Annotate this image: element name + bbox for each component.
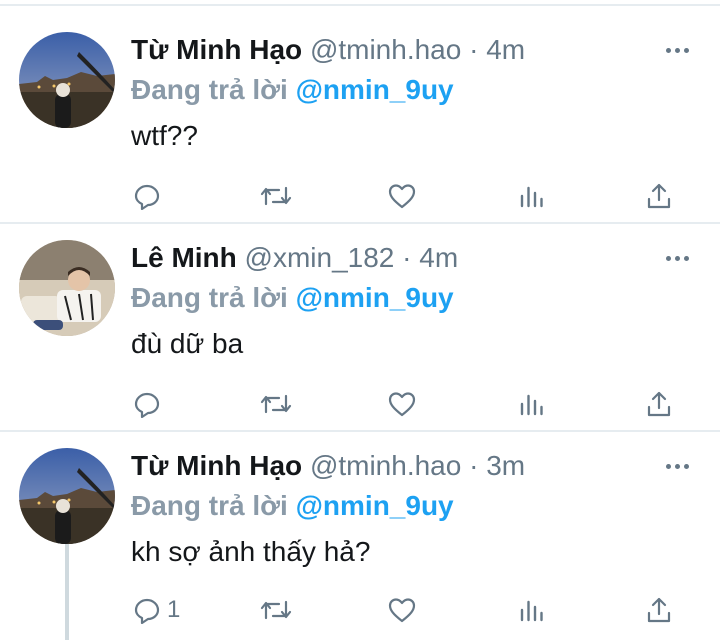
tweet-header: Lê Minh @xmin_182 · 4m — [131, 240, 458, 276]
mention-link[interactable]: @nmin_9uy — [296, 490, 454, 521]
tweet-feed: Từ Minh Hạo @tminh.hao · 4m Đang trả lời… — [0, 0, 720, 640]
action-bar: 1 — [0, 592, 720, 632]
analytics-icon — [520, 600, 543, 622]
avatar-image — [19, 448, 115, 544]
tweet-text: kh sợ ảnh thấy hả? — [131, 536, 371, 567]
reply-context: Đang trả lời @nmin_9uy — [131, 486, 454, 526]
like-button[interactable] — [387, 178, 417, 214]
tweet-text: wtf?? — [131, 120, 198, 151]
reply-prefix: Đang trả lời — [131, 74, 288, 105]
divider — [0, 4, 720, 6]
author-name[interactable]: Từ Minh Hạo — [131, 34, 302, 65]
tweet-text: đù dữ ba — [131, 328, 244, 359]
retweet-icon — [260, 394, 292, 414]
more-icon[interactable] — [666, 42, 696, 58]
analytics-button[interactable] — [518, 592, 546, 628]
retweet-button[interactable] — [259, 386, 293, 422]
analytics-button[interactable] — [518, 178, 546, 214]
retweet-icon — [260, 186, 292, 206]
author-handle[interactable]: @tminh.hao — [310, 450, 461, 481]
share-button[interactable] — [645, 592, 673, 628]
reply-button[interactable]: 1 — [133, 592, 180, 628]
reply-count: 1 — [167, 596, 181, 623]
author-name[interactable]: Lê Minh — [131, 242, 237, 273]
reply-context: Đang trả lời @nmin_9uy — [131, 70, 454, 110]
retweet-button[interactable] — [259, 178, 293, 214]
more-icon[interactable] — [666, 458, 696, 474]
divider — [0, 222, 720, 224]
analytics-button[interactable] — [518, 386, 546, 422]
timestamp[interactable]: 3m — [486, 450, 525, 481]
tweet[interactable]: Từ Minh Hạo @tminh.hao · 3m Đang trả lời… — [0, 448, 720, 640]
analytics-icon — [520, 186, 543, 208]
share-button[interactable] — [645, 386, 673, 422]
heart-icon — [388, 392, 416, 417]
tweet-header: Từ Minh Hạo @tminh.hao · 3m — [131, 448, 525, 484]
separator: · — [402, 242, 412, 273]
action-bar — [0, 386, 720, 426]
timestamp[interactable]: 4m — [419, 242, 458, 273]
heart-icon — [388, 598, 416, 623]
reply-button[interactable] — [133, 386, 167, 422]
author-name[interactable]: Từ Minh Hạo — [131, 450, 302, 481]
reply-button[interactable] — [133, 178, 167, 214]
tweet[interactable]: Lê Minh @xmin_182 · 4m Đang trả lời @nmi… — [0, 240, 720, 430]
analytics-icon — [520, 394, 543, 416]
author-handle[interactable]: @xmin_182 — [245, 242, 395, 273]
author-handle[interactable]: @tminh.hao — [310, 34, 461, 65]
share-icon — [647, 391, 671, 417]
reply-icon — [134, 392, 160, 418]
avatar-image — [19, 240, 115, 336]
like-button[interactable] — [387, 592, 417, 628]
mention-link[interactable]: @nmin_9uy — [296, 74, 454, 105]
separator: · — [469, 34, 479, 65]
tweet-header: Từ Minh Hạo @tminh.hao · 4m — [131, 32, 525, 68]
avatar[interactable] — [19, 240, 115, 336]
divider — [0, 430, 720, 432]
reply-icon — [134, 184, 160, 210]
heart-icon — [388, 184, 416, 209]
share-button[interactable] — [645, 178, 673, 214]
mention-link[interactable]: @nmin_9uy — [296, 282, 454, 313]
retweet-icon — [260, 600, 292, 620]
timestamp[interactable]: 4m — [486, 34, 525, 65]
share-icon — [647, 183, 671, 209]
tweet[interactable]: Từ Minh Hạo @tminh.hao · 4m Đang trả lời… — [0, 32, 720, 222]
more-icon[interactable] — [666, 250, 696, 266]
reply-prefix: Đang trả lời — [131, 282, 288, 313]
reply-icon — [134, 598, 160, 624]
separator: · — [469, 450, 479, 481]
action-bar — [0, 178, 720, 218]
avatar-image — [19, 32, 115, 128]
like-button[interactable] — [387, 386, 417, 422]
avatar[interactable] — [19, 32, 115, 128]
reply-context: Đang trả lời @nmin_9uy — [131, 278, 454, 318]
share-icon — [647, 597, 671, 623]
reply-prefix: Đang trả lời — [131, 490, 288, 521]
avatar[interactable] — [19, 448, 115, 544]
retweet-button[interactable] — [259, 592, 293, 628]
